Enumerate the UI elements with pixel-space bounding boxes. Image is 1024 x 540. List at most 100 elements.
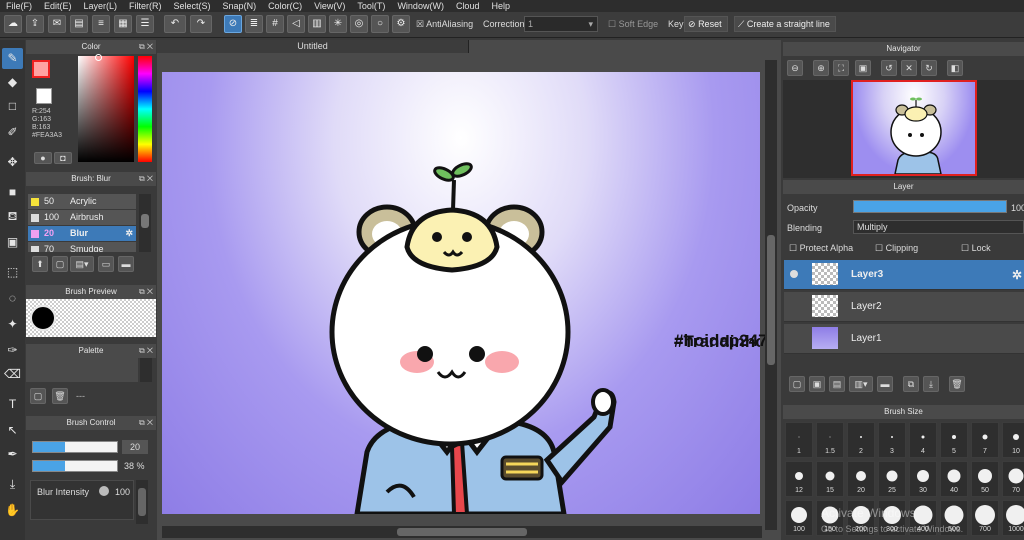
layer-menu-icon[interactable]: ▥▾ [849,376,873,392]
brush-size-cell[interactable]: 700 [971,500,999,536]
fill-rect-tool-icon[interactable]: ■ [2,182,23,203]
select-rect-tool-icon[interactable]: ⬚ [2,262,23,283]
menu-layer[interactable]: Layer(L) [78,0,124,12]
snap-settings-icon[interactable]: ⚙ [392,15,410,33]
folder-icon[interactable]: ▬ [877,376,893,392]
brush-add-icon[interactable]: ⬆ [32,256,48,272]
brush-size-cell[interactable]: 50 [971,461,999,497]
trash-icon[interactable]: 🗑 [949,376,965,392]
menu-edit[interactable]: Edit(E) [38,0,78,12]
menu-select[interactable]: Select(S) [168,0,217,12]
brush-size-slider[interactable] [32,441,118,453]
eraser-tool-icon[interactable]: ◆ [2,72,23,93]
snap-radial-icon[interactable]: ✳ [329,15,347,33]
canvas-vertical-scrollbar[interactable] [765,60,777,530]
menu-help[interactable]: Help [485,0,516,12]
brush-tool-icon[interactable]: ✎ [2,48,23,69]
list-icon[interactable]: ☰ [136,15,154,33]
new-layer-icon[interactable]: ▢ [789,376,805,392]
undo-icon[interactable]: ↶ [164,15,186,33]
blending-select[interactable]: Multiply [853,220,1024,234]
straight-line-button[interactable]: ⟋ Create a straight line [734,16,836,32]
layer-row[interactable]: Layer1 [784,324,1024,354]
brush-size-cell[interactable]: 5 [940,422,968,458]
select-eraser-tool-icon[interactable]: ⌫ [2,364,23,385]
snap-parallel-icon[interactable]: ≣ [245,15,263,33]
brush-size-value[interactable]: 20 [122,440,148,454]
drawing-canvas[interactable]: #Trandinhchien11 [162,72,760,514]
lasso-tool-icon[interactable]: ◌ [2,288,23,309]
fit-icon[interactable]: ⛶ [833,60,849,76]
layer-opacity-slider[interactable] [853,200,1007,213]
close-icon[interactable]: ⧉ ✕ [139,285,153,299]
lock-checkbox[interactable]: ☐ Lock [961,243,991,254]
eye-icon[interactable] [790,270,798,278]
duplicate-layer-icon[interactable]: ⧉ [903,376,919,392]
hand-tool-icon[interactable]: ✋ [2,500,23,521]
brush-opacity-slider[interactable] [32,460,118,472]
layer-row[interactable]: Layer2 [784,292,1024,322]
brush-size-cell[interactable]: 1 [785,422,813,458]
close-icon[interactable]: ⧉ ✕ [139,416,153,430]
soft-edge-checkbox[interactable]: ☐ Soft Edge [608,19,658,30]
zoom-in-icon[interactable]: ⊕ [813,60,829,76]
chat-icon[interactable]: ✉ [48,15,66,33]
menu-view[interactable]: View(V) [308,0,351,12]
select-pen-tool-icon[interactable]: ✑ [2,340,23,361]
brush-new-icon[interactable]: ▢ [52,256,68,272]
blur-intensity-knob[interactable] [99,486,109,496]
menu-file[interactable]: File(F) [0,0,38,12]
brush-size-cell[interactable]: 15 [816,461,844,497]
move-tool-icon[interactable]: ✥ [2,152,23,173]
actual-size-icon[interactable]: ▣ [855,60,871,76]
export-icon[interactable]: ⇪ [26,15,44,33]
canvas-tab[interactable]: Untitled [157,40,469,53]
magic-wand-tool-icon[interactable]: ✦ [2,314,23,335]
snap-off-icon[interactable]: ⊘ [224,15,242,33]
palette-scrollbar[interactable] [140,358,152,382]
reset-view-icon[interactable]: ✕ [901,60,917,76]
close-icon[interactable]: ⧉ ✕ [139,40,153,54]
brush-size-cell[interactable]: 4 [909,422,937,458]
clipping-checkbox[interactable]: ☐ Clipping [875,243,918,254]
merge-layer-icon[interactable]: ⤓ [923,376,939,392]
color-picker-cursor[interactable] [95,54,102,61]
brush-item[interactable]: 20 Blur ✲ [28,226,136,241]
operation-tool-icon[interactable]: ↖ [2,420,23,441]
brush-size-cell[interactable]: 1.5 [816,422,844,458]
close-icon[interactable]: ⧉ ✕ [139,172,153,186]
snap-circle-icon[interactable]: ○ [371,15,389,33]
rotate-right-icon[interactable]: ↻ [921,60,937,76]
text-tool-icon[interactable]: T [2,394,23,415]
redo-icon[interactable]: ↷ [190,15,212,33]
brush-size-cell[interactable]: 3 [878,422,906,458]
palette-add-icon[interactable]: ◘ [54,152,72,164]
reset-button[interactable]: ⊘ Reset [684,16,728,32]
brush-size-cell[interactable]: 20 [847,461,875,497]
menu-cloud[interactable]: Cloud [450,0,486,12]
cloud-icon[interactable]: ☁ [4,15,22,33]
grid-icon[interactable]: ▦ [114,15,132,33]
brush-copy-icon[interactable]: ▭ [98,256,114,272]
brush-list-scrollbar[interactable] [139,194,151,252]
brush-size-cell[interactable]: 25 [878,461,906,497]
folder-icon[interactable]: ▬ [118,256,134,272]
close-icon[interactable]: ⧉ ✕ [139,344,153,358]
rectangle-tool-icon[interactable]: □ [2,96,23,117]
hue-slider[interactable] [138,56,152,162]
menu-color[interactable]: Color(C) [262,0,308,12]
brush-menu-icon[interactable]: ▤▾ [70,256,94,272]
bucket-tool-icon[interactable]: ⛾ [2,206,23,227]
canvas-horizontal-scrollbar[interactable] [162,526,762,538]
snap-perspective-icon[interactable]: ◁ [287,15,305,33]
new-8bit-layer-icon[interactable]: ▤ [829,376,845,392]
brush-size-cell[interactable]: 70 [1002,461,1024,497]
new-halftone-layer-icon[interactable]: ▣ [809,376,825,392]
navigator-preview[interactable] [783,80,1024,178]
menu-snap[interactable]: Snap(N) [217,0,263,12]
zoom-out-icon[interactable]: ⊖ [787,60,803,76]
saturation-value-picker[interactable] [78,56,134,162]
brush-item[interactable]: 50 Acrylic [28,194,136,209]
layer-row[interactable]: Layer3 ✲ [784,260,1024,290]
snap-concentric-icon[interactable]: ◎ [350,15,368,33]
